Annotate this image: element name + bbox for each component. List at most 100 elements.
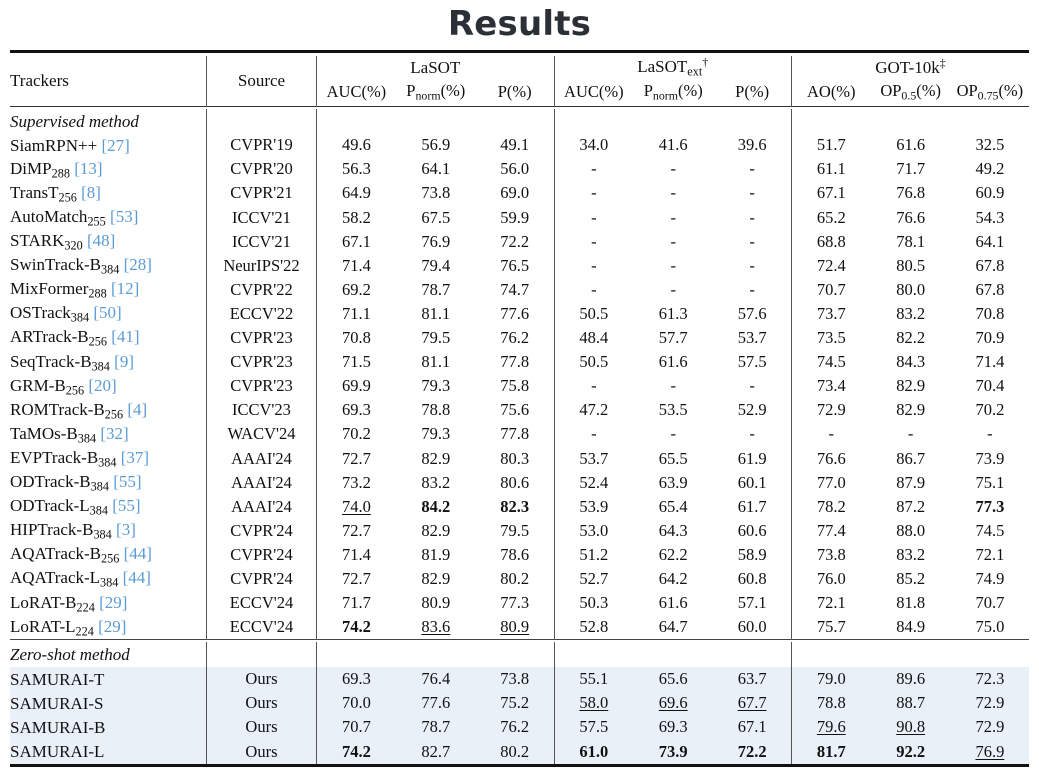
header-subcol-1: Pnorm(%) — [406, 80, 466, 103]
citation-ref[interactable]: [37] — [121, 448, 149, 467]
tracker-name-cell: SAMURAI-T — [10, 667, 207, 692]
metric-cell: 52.4 — [553, 470, 634, 495]
citation-ref[interactable]: [55] — [113, 472, 141, 491]
metric-cell: - — [907, 424, 914, 444]
tracker-name-cell: EVPTrack-B384 [37] — [10, 447, 206, 471]
metric-cell: 60.6 — [737, 520, 767, 540]
citation-ref[interactable]: [32] — [100, 424, 128, 443]
source-cell: CVPR'19 — [205, 133, 317, 158]
header-subcol-6: AO(%) — [790, 79, 871, 106]
citation-ref[interactable]: [4] — [127, 400, 147, 419]
tracker-name-cell: SeqTrack-B384 [9] — [10, 350, 206, 374]
metric-cell: 52.7 — [553, 567, 634, 592]
metric-cell: - — [670, 183, 676, 203]
tracker-name-text: SiamRPN++ — [10, 136, 98, 156]
citation-ref[interactable]: [44] — [123, 568, 151, 587]
citation-ref[interactable]: [27] — [101, 136, 129, 155]
citation-ref[interactable]: [41] — [111, 327, 139, 346]
metric-cell: 78.7 — [395, 715, 476, 740]
citation-ref[interactable]: [50] — [93, 303, 121, 322]
metric-cell: 64.3 — [658, 520, 688, 540]
section-label: Supervised method — [10, 111, 139, 131]
metric-cell: 84.9 — [896, 617, 926, 637]
tracker-name-cell: LoRAT-L224 [29] — [10, 615, 206, 640]
citation-ref[interactable]: [8] — [81, 183, 101, 202]
section-spacer-cell — [713, 642, 791, 667]
metric-cell: - — [553, 229, 634, 254]
metric-cell: 63.7 — [713, 667, 792, 692]
metric-cell: 61.1 — [790, 157, 871, 182]
metric-cell: 75.0 — [975, 617, 1005, 637]
metric-cell: 81.8 — [896, 593, 926, 613]
results-table: Trackers Source LaSOT LaSOText† GOT-10k‡ AUC(… — [10, 49, 1029, 770]
metric-cell: - — [553, 422, 634, 447]
metric-cell: 78.8 — [790, 691, 871, 716]
metric-cell: 77.3 — [500, 593, 530, 613]
tracker-name-text: ROMTrack-B — [10, 399, 105, 419]
metric-value-emph: 84.2 — [421, 496, 451, 516]
table-row: ODTrack-L384 [55] AAAI'24 74.0 84.2 82.3 53.9… — [10, 494, 1029, 519]
citation-ref[interactable]: [48] — [87, 231, 115, 250]
metric-cell: 47.2 — [553, 398, 634, 423]
metric-cell: 72.7 — [316, 446, 396, 471]
metric-cell: 82.9 — [421, 448, 451, 468]
metric-value-emph: 74.2 — [341, 617, 371, 637]
metric-cell: 74.0 — [316, 494, 396, 519]
metric-cell: 78.7 — [421, 279, 451, 299]
citation-ref[interactable]: [9] — [114, 352, 134, 371]
metric-cell: 64.1 — [975, 231, 1005, 251]
table-row: ROMTrack-B256 [4] ICCV'23 69.3 78.8 75.6 47.2… — [10, 398, 1029, 423]
metric-cell: 53.9 — [553, 494, 634, 519]
citation-ref[interactable]: [3] — [116, 520, 136, 539]
citation-ref[interactable]: [29] — [98, 617, 126, 636]
metric-cell: 55.1 — [553, 667, 634, 692]
citation-ref[interactable]: [12] — [111, 279, 139, 298]
metric-cell: 88.0 — [896, 520, 926, 540]
metric-cell: 80.9 — [476, 615, 554, 640]
tracker-name-subscript: 288 — [51, 166, 70, 181]
metric-cell: 78.6 — [500, 544, 530, 564]
metric-cell: 51.2 — [553, 543, 634, 568]
metric-cell: 71.7 — [316, 591, 396, 616]
citation-ref[interactable]: [28] — [124, 255, 152, 274]
citation-ref[interactable]: [29] — [99, 593, 127, 612]
section-spacer-source — [205, 642, 317, 668]
citation-ref[interactable]: [13] — [74, 159, 102, 178]
section-spacer-cell — [871, 109, 951, 134]
tracker-name-subscript: 384 — [91, 358, 110, 373]
citation-ref[interactable]: [53] — [110, 207, 138, 226]
source-cell: CVPR'22 — [205, 278, 317, 303]
metric-cell: - — [670, 279, 676, 299]
source-cell: NeurIPS'22 — [205, 253, 317, 279]
metric-cell: 80.6 — [500, 472, 530, 492]
source-cell: CVPR'23 — [205, 374, 317, 399]
metric-cell: 72.7 — [316, 567, 396, 592]
source-cell: CVPR'24 — [205, 543, 317, 568]
metric-cell: 57.5 — [553, 715, 634, 740]
metric-cell: 79.6 — [790, 715, 871, 740]
tracker-name-cell: ODTrack-B384 [55] — [10, 471, 206, 495]
metric-cell: 70.9 — [975, 328, 1005, 348]
citation-ref[interactable]: [20] — [88, 376, 116, 395]
metric-cell: 65.6 — [633, 667, 714, 692]
citation-ref[interactable]: [55] — [112, 496, 140, 515]
tracker-name-subscript: 320 — [64, 238, 83, 253]
header-source: Source — [205, 55, 317, 106]
table-row: GRM-B256 [20] CVPR'23 69.9 79.3 75.8- - -73.4 8… — [10, 374, 1029, 399]
metric-cell: 70.7 — [975, 593, 1005, 613]
metric-cell: - — [670, 231, 676, 251]
metric-cell: 64.1 — [421, 159, 451, 179]
metric-cell: 83.6 — [396, 615, 476, 640]
metric-cell: 80.2 — [475, 739, 555, 766]
header-subcol-8: OP0.75(%) — [956, 80, 1024, 103]
metric-cell: - — [987, 424, 993, 444]
metric-cell: 80.5 — [896, 255, 926, 275]
metric-cell: 67.1 — [790, 181, 871, 206]
metric-cell: 69.6 — [633, 691, 714, 716]
metric-cell: 61.9 — [737, 448, 767, 468]
tracker-name-subscript: 256 — [88, 334, 107, 349]
tracker-name-text: SAMURAI-S — [10, 694, 104, 714]
tracker-name-text: SwinTrack-B — [10, 255, 101, 275]
citation-ref[interactable]: [44] — [124, 544, 152, 563]
section-spacer-cell — [790, 108, 871, 134]
